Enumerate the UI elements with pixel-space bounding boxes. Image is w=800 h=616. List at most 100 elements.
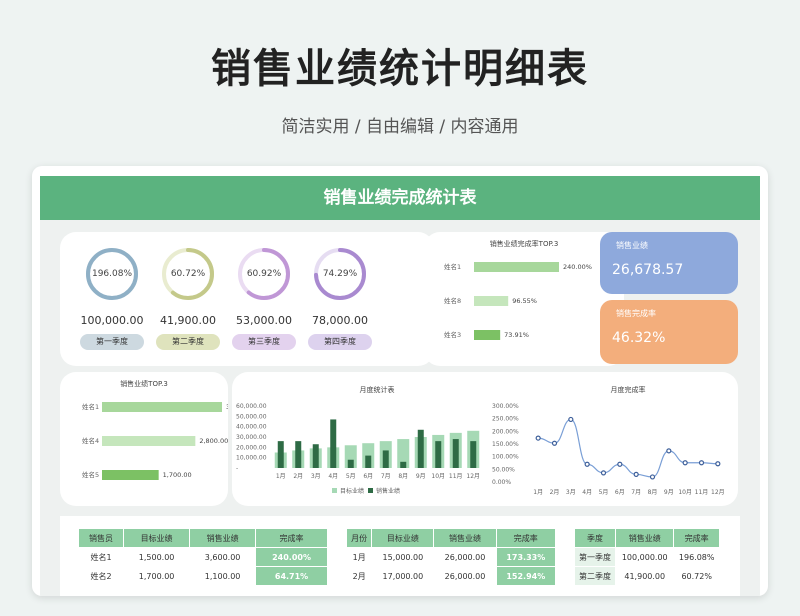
table-cell: 41,900.00: [615, 566, 675, 586]
y-tick-label: 0.00%: [492, 479, 511, 486]
table-header: 季度: [573, 528, 617, 548]
y-tick-label: -: [236, 465, 238, 472]
x-tick-label: 12月: [711, 489, 725, 496]
bar-sales: [330, 419, 337, 468]
x-tick-label: 10月: [678, 489, 692, 496]
y-tick-label: 300.00%: [492, 403, 519, 410]
y-tick-label: 50,000.00: [236, 413, 267, 420]
chart-title: 销售业绩TOP.3: [120, 379, 168, 388]
line-point: [568, 416, 574, 423]
table-cell: 1月: [345, 547, 373, 567]
quarter-label: 第二季度: [156, 334, 220, 350]
quarter-ring: 74.29%: [312, 246, 368, 302]
y-tick-label: 10,000.00: [236, 455, 267, 462]
table-cell: 1,700.00: [123, 566, 191, 586]
bar: [102, 402, 222, 412]
kpi-rate-label: 销售完成率: [616, 309, 656, 318]
table-cell: 第一季度: [573, 547, 617, 567]
x-tick-label: 2月: [293, 473, 303, 480]
line-point: [698, 460, 705, 466]
x-tick-label: 11月: [695, 489, 709, 496]
table-cell: 姓名2: [77, 566, 125, 586]
line-point: [649, 474, 656, 480]
table-cell: 152.94%: [495, 566, 557, 586]
x-tick-label: 10月: [431, 473, 445, 480]
bar-label: 2,800.00: [199, 437, 228, 445]
table-header: 完成率: [495, 528, 557, 548]
x-tick-label: 8月: [648, 489, 658, 496]
monthly-panel: 月度统计表 60,000.00 50,000.00 40,000.00 30,000.0…: [232, 372, 738, 506]
line-point: [551, 440, 558, 446]
bar-sales: [435, 441, 442, 468]
quarter-pct: 74.29%: [322, 269, 358, 279]
legend-label: 销售业绩: [376, 487, 400, 495]
quarter-label: 第三季度: [232, 334, 296, 350]
bar-sales: [400, 461, 407, 468]
table-cell: 17,000.00: [371, 566, 435, 586]
top-rate-chart: 销售业绩完成率TOP.3 姓名1 240.00% 姓名8 96.55% 姓名3 73.91%: [444, 239, 592, 340]
x-tick-label: 11月: [449, 473, 463, 480]
table-cell: 3,600.00: [189, 547, 257, 567]
bar-name: 姓名5: [82, 470, 99, 479]
bar-name: 姓名8: [444, 296, 461, 305]
x-tick-label: 6月: [615, 489, 625, 496]
table-cell: 173.33%: [495, 547, 557, 567]
bar-label: 240.00%: [563, 263, 592, 271]
table-row: 2月 17,000.00 26,000.00 152.94%: [345, 566, 557, 586]
bar-sales: [277, 441, 284, 468]
line-point: [584, 461, 590, 467]
quarter-label: 第一季度: [80, 334, 144, 350]
table-cell: 64.71%: [255, 566, 328, 586]
quarter-label: 第四季度: [308, 334, 372, 350]
bar-name: 姓名1: [82, 402, 99, 411]
table-cell: 第二季度: [573, 566, 617, 586]
bar-name: 姓名4: [82, 436, 99, 445]
bar: [102, 470, 159, 480]
bar-sales: [365, 455, 372, 468]
table-cell: 1,500.00: [123, 547, 191, 567]
page-title: 销售业绩统计明细表: [211, 46, 589, 92]
table-row: 姓名2 1,700.00 1,100.00 64.71%: [77, 566, 328, 586]
bar-sales: [470, 441, 477, 468]
x-tick-label: 1月: [276, 473, 286, 480]
table-cell: 2月: [345, 566, 373, 586]
table-cell: 100,000.00: [615, 547, 675, 567]
table-cell: 姓名1: [77, 547, 125, 567]
y-tick-label: 20,000.00: [236, 444, 267, 451]
x-tick-label: 3月: [311, 473, 321, 480]
quarter-pct: 60.72%: [170, 269, 206, 279]
table-header: 销售业绩: [615, 528, 675, 548]
x-tick-label: 5月: [599, 489, 609, 496]
x-tick-label: 9月: [416, 473, 426, 480]
quarter-amount: 41,900.00: [160, 314, 216, 327]
y-tick-label: 30,000.00: [236, 434, 267, 441]
legend-swatch: [368, 488, 373, 493]
line-point: [535, 435, 541, 441]
legend-label: 目标业绩: [340, 487, 364, 495]
dashboard-area: 销售业绩完成统计表 196.08% 100,000.00 第一季度 60.72% 41,…: [40, 176, 760, 596]
table-row: 第二季度 41,900.00 60.72%: [573, 566, 720, 586]
y-tick-label: 250.00%: [492, 416, 519, 423]
bar-label: 3,600.00: [226, 403, 228, 411]
quarter-ring: 196.08%: [84, 246, 140, 302]
table-cell: 26,000.00: [433, 547, 497, 567]
quarter-amount: 78,000.00: [312, 314, 368, 327]
monthly-chart: 月度统计表 60,000.00 50,000.00 40,000.00 30,000.0…: [236, 385, 725, 496]
bar-sales: [417, 429, 424, 468]
bar: [474, 330, 501, 340]
table-header: 销售员: [77, 528, 125, 548]
line-point: [682, 460, 688, 466]
quarter-pct: 60.92%: [246, 269, 282, 279]
bar-sales: [452, 439, 459, 468]
bar: [102, 436, 196, 446]
page-subtitle: 简洁实用 / 自由编辑 / 内容通用: [281, 117, 519, 137]
table-cell: 26,000.00: [433, 566, 497, 586]
table-header: 目标业绩: [123, 528, 191, 548]
dashboard-card: 销售业绩完成统计表 196.08% 100,000.00 第一季度 60.72% 41,…: [32, 166, 768, 596]
y-tick-label: 50.00%: [492, 466, 515, 473]
x-tick-label: 7月: [381, 473, 391, 480]
bar-name: 姓名3: [444, 330, 461, 339]
bar: [474, 296, 509, 306]
x-tick-label: 5月: [346, 473, 356, 480]
quarter-amount: 100,000.00: [80, 314, 144, 327]
